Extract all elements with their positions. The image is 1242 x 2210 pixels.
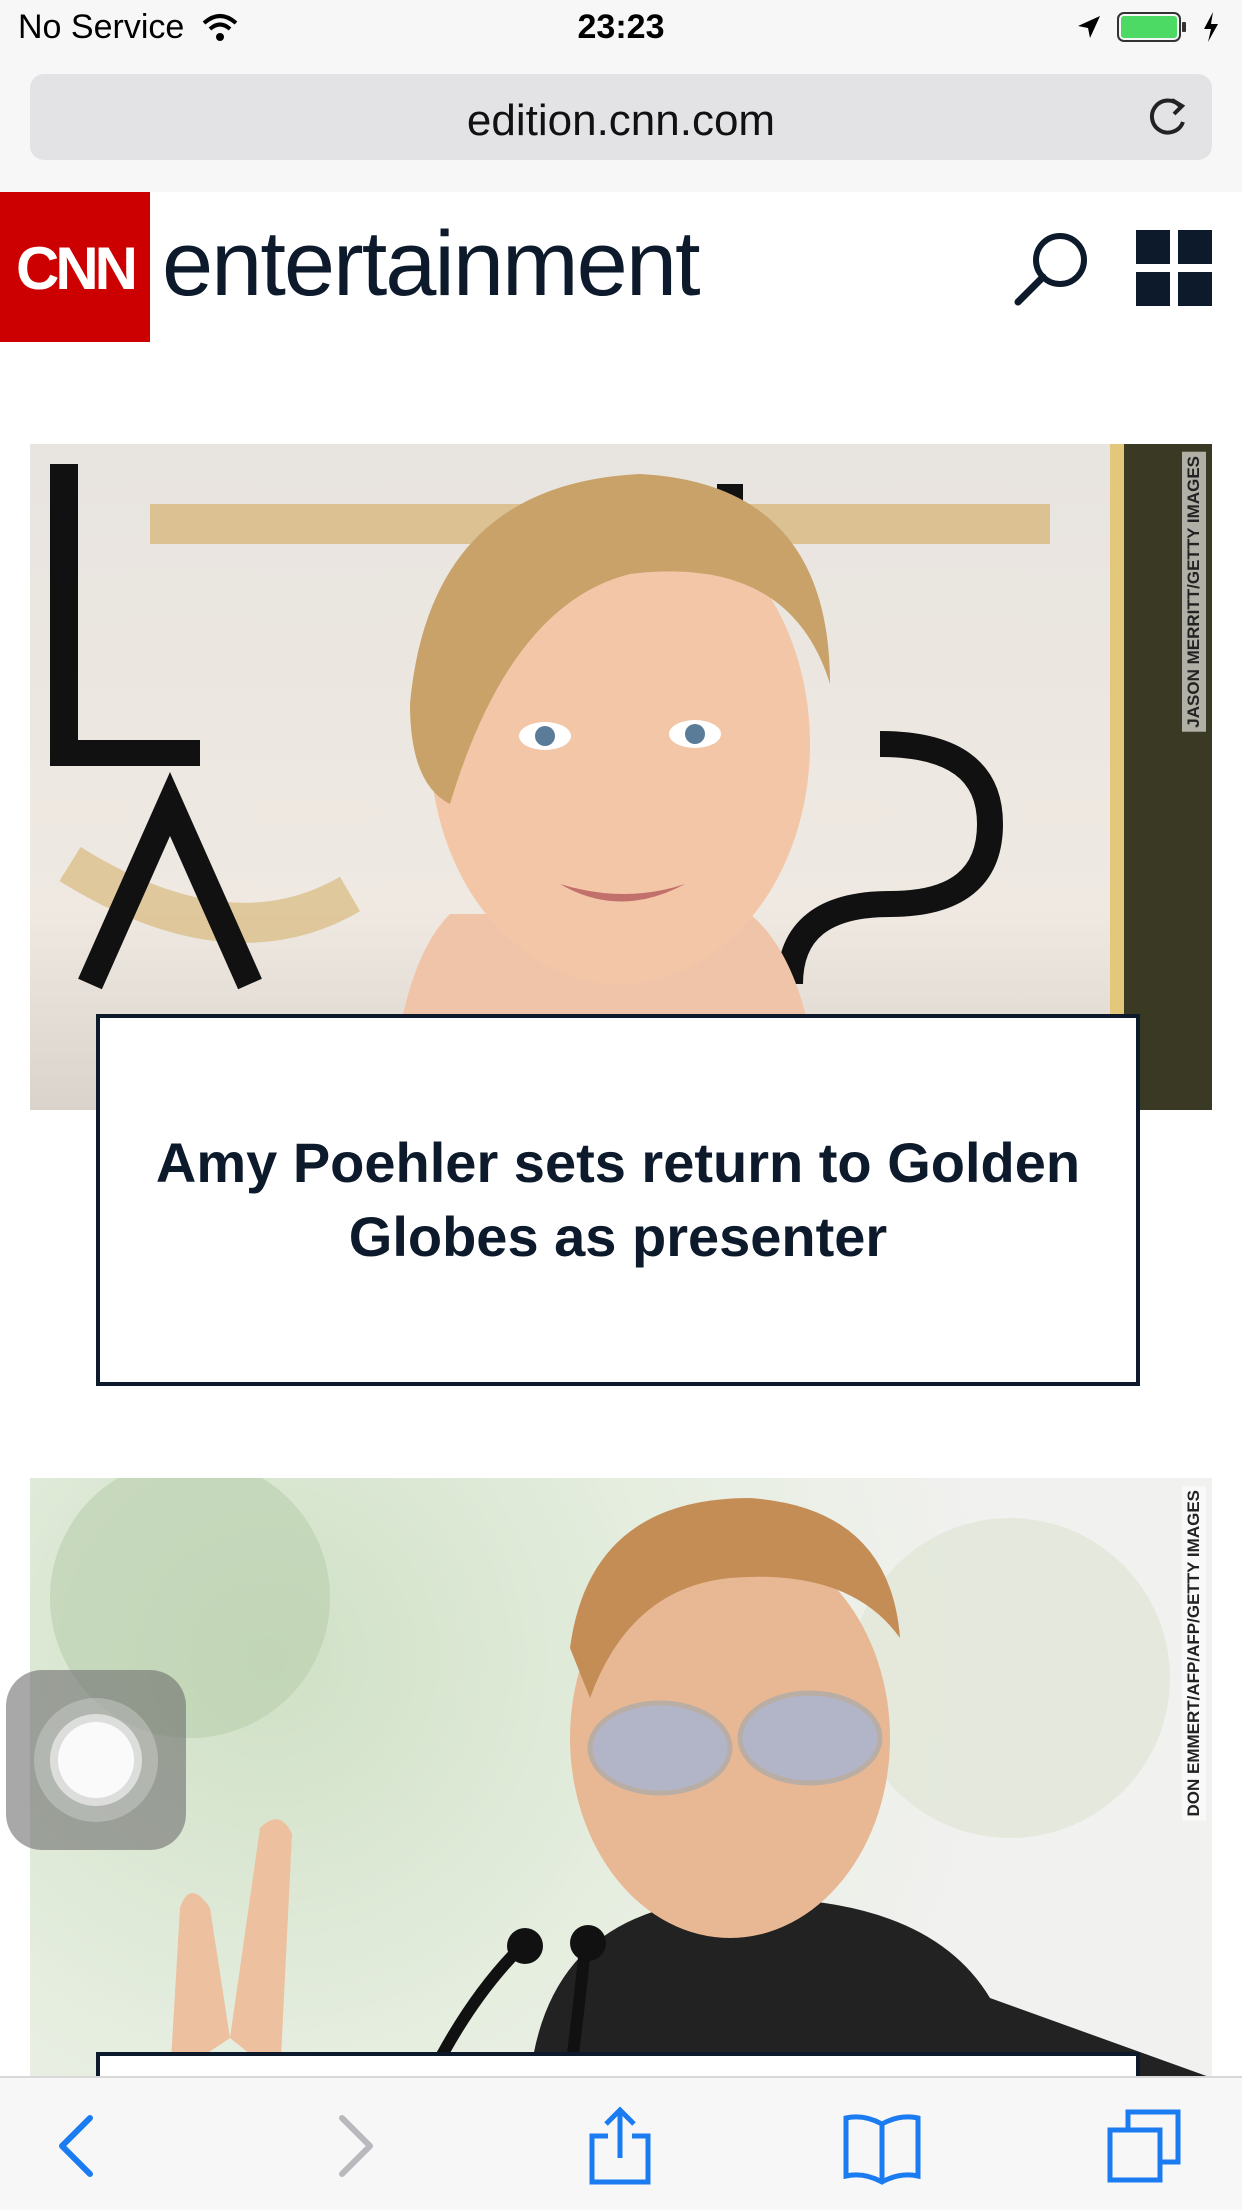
article-photo[interactable]: DON EMMERT/AFP/AFP/GETTY IMAGES [30, 1478, 1212, 2078]
section-title[interactable]: entertainment [162, 212, 701, 317]
browser-toolbar [0, 2076, 1242, 2210]
search-icon[interactable] [1010, 226, 1094, 310]
address-bar[interactable]: edition.cnn.com [30, 74, 1212, 160]
tabs-icon[interactable] [1104, 2106, 1184, 2186]
article-headline[interactable]: Amy Poehler sets return to Golden Globes… [100, 1126, 1136, 1274]
forward-icon[interactable] [314, 2106, 394, 2186]
cnn-logo[interactable]: CNN [0, 192, 150, 342]
assistive-touch-ring [58, 1722, 134, 1798]
bookmarks-icon[interactable] [842, 2106, 922, 2186]
url-text[interactable]: edition.cnn.com [30, 96, 1212, 146]
article-photo[interactable]: JASON MERRITT/GETTY IMAGES [30, 444, 1212, 1110]
status-bar: No Service 23:23 [0, 0, 1242, 64]
address-bar-area: edition.cnn.com [0, 64, 1242, 194]
cnn-logo-text: CNN [16, 235, 138, 302]
site-header: CNN entertainment [0, 192, 1242, 342]
headline-box[interactable]: Amy Poehler sets return to Golden Globes… [96, 1014, 1140, 1386]
charging-bolt-icon [1204, 12, 1218, 42]
location-arrow-icon [1078, 16, 1100, 38]
clock: 23:23 [577, 8, 665, 46]
share-icon[interactable] [580, 2106, 660, 2186]
back-icon[interactable] [38, 2106, 118, 2186]
menu-grid-icon[interactable] [1134, 228, 1214, 308]
photo-backdrop [50, 1478, 1212, 2078]
photo-backdrop [50, 444, 1212, 1110]
status-icons [1076, 10, 1220, 44]
photo-credit: DON EMMERT/AFP/AFP/GETTY IMAGES [1182, 1486, 1206, 1821]
photo-credit: JASON MERRITT/GETTY IMAGES [1182, 452, 1206, 732]
battery-icon [1117, 12, 1186, 42]
assistive-touch-button[interactable] [6, 1670, 186, 1850]
reload-icon[interactable] [1144, 94, 1190, 140]
